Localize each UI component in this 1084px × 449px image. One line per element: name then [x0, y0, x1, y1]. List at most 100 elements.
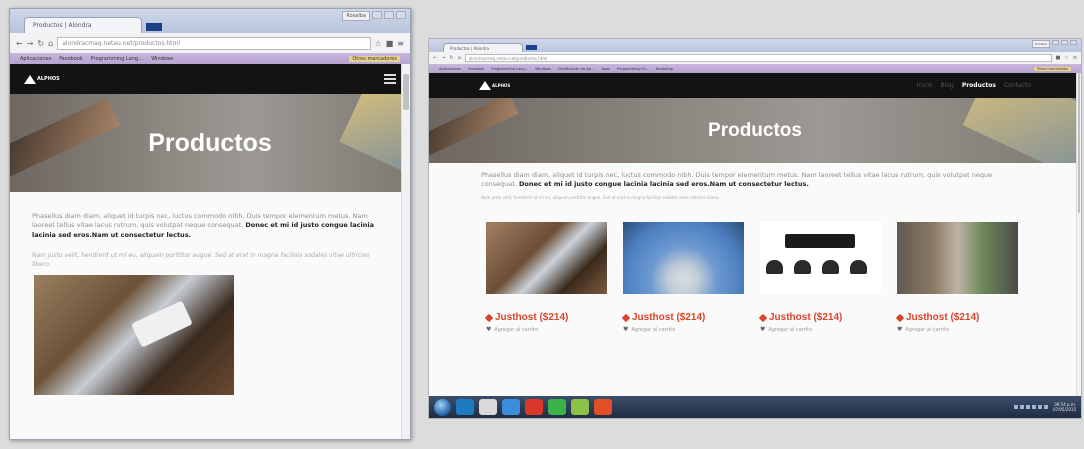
close-button[interactable]: [396, 11, 406, 19]
new-tab-button[interactable]: [146, 23, 162, 31]
bookmark-item[interactable]: Apps: [601, 67, 610, 71]
logo-mark-icon: [24, 74, 36, 84]
taskbar-app-icon[interactable]: [502, 399, 520, 415]
minimize-button[interactable]: [1052, 40, 1059, 45]
tag-icon: [895, 313, 905, 323]
back-icon[interactable]: ←: [16, 39, 23, 48]
reload-icon[interactable]: ↻: [37, 39, 44, 48]
bookmarks-bar: Aplicaciones Facebook Programming Lang… …: [10, 53, 410, 64]
menu-icon[interactable]: ≡: [397, 39, 404, 48]
bookmarks-bar: Aplicaciones Facebook Programming Lang… …: [429, 64, 1081, 73]
taskbar-app-icon[interactable]: [525, 399, 543, 415]
bookmark-item[interactable]: Bootstrap: [656, 67, 673, 71]
product-card: Justhost ($214) ♥ Agregar al carrito: [895, 222, 1018, 333]
forward-icon[interactable]: →: [27, 39, 34, 48]
profile-button[interactable]: Rosalba: [342, 11, 370, 21]
bookmark-item[interactable]: Aplicaciones: [20, 56, 51, 62]
bookmark-item[interactable]: Windows: [535, 67, 551, 71]
bookmark-item[interactable]: Facebook: [468, 67, 484, 71]
maximize-button[interactable]: [384, 11, 394, 19]
logo-mark-icon: [479, 81, 491, 90]
product-title-link[interactable]: Justhost ($214): [621, 312, 744, 324]
bookmark-item[interactable]: Windows: [151, 56, 173, 62]
address-bar[interactable]: alondracmaq.netau.net/productos.html: [57, 36, 371, 50]
dome-camera-image: [794, 260, 811, 275]
product-image-camera[interactable]: [34, 275, 234, 395]
product-image[interactable]: [623, 222, 744, 295]
hamburger-menu-icon[interactable]: [384, 74, 396, 84]
other-bookmarks[interactable]: Otros marcadores: [1033, 66, 1071, 71]
minimize-button[interactable]: [372, 11, 382, 19]
other-bookmarks[interactable]: Otros marcadores: [349, 55, 400, 62]
browser-tab[interactable]: Productos | Alondra: [24, 17, 142, 33]
scrollbar-thumb[interactable]: [1078, 73, 1080, 213]
heart-icon: ♥: [623, 326, 629, 334]
scrollbar-thumb[interactable]: [403, 74, 409, 110]
product-image[interactable]: [486, 222, 607, 295]
product-card: Justhost ($214) ♥ Agregar al carrito: [758, 222, 881, 333]
taskbar-app-icon[interactable]: [548, 399, 566, 415]
bookmark-item[interactable]: Programming Lang…: [91, 56, 143, 62]
logo-text: ALPHOS: [492, 83, 511, 88]
product-title-link[interactable]: Justhost ($214): [484, 312, 607, 323]
add-to-cart-link[interactable]: ♥ Agregar al carrito: [623, 326, 744, 333]
windows-taskbar: 09:54 p.m. 07/05/2015: [429, 396, 1081, 418]
scrollbar[interactable]: [1076, 73, 1081, 396]
close-button[interactable]: [1070, 40, 1077, 45]
back-icon[interactable]: ←: [433, 55, 437, 61]
taskbar-app-icon[interactable]: [479, 399, 497, 415]
product-name: Justhost ($214): [632, 312, 706, 324]
menu-icon[interactable]: ≡: [1073, 55, 1077, 61]
dome-camera-image: [822, 260, 839, 275]
profile-button[interactable]: Rosalba: [1032, 40, 1050, 48]
heart-icon: ♥: [486, 326, 492, 334]
hero-image-left: [429, 98, 519, 161]
nav-link-productos[interactable]: Productos: [962, 82, 996, 89]
product-image[interactable]: [897, 222, 1018, 295]
nav-link-inicio[interactable]: Inicio: [917, 82, 933, 89]
add-to-cart-link[interactable]: ♥ Agregar al carrito: [897, 326, 1018, 333]
address-bar[interactable]: alondracmaq.netau.net/productos.html: [464, 54, 1052, 62]
add-to-cart-label: Agregar al carrito: [905, 326, 950, 333]
product-title-link[interactable]: Justhost ($214): [758, 312, 881, 324]
nav-link-contacto[interactable]: Contacto: [1004, 82, 1031, 89]
extension-icon[interactable]: ■: [386, 39, 394, 48]
dome-camera-image: [766, 260, 783, 275]
url-text: alondracmaq.netau.net/productos.html: [62, 39, 181, 47]
page-content: ALPHOS Inicio Blog Productos Contacto Pr…: [429, 73, 1081, 396]
forward-icon[interactable]: →: [441, 55, 445, 61]
site-logo[interactable]: ALPHOS: [479, 81, 510, 90]
scrollbar[interactable]: [401, 64, 410, 439]
star-icon[interactable]: ☆: [375, 39, 382, 48]
extension-icon[interactable]: ■: [1056, 55, 1061, 61]
start-button-icon[interactable]: [434, 398, 451, 416]
clock[interactable]: 09:54 p.m. 07/05/2015: [1053, 402, 1076, 412]
maximize-button[interactable]: [1061, 40, 1068, 45]
bookmark-item[interactable]: Aplicaciones: [439, 67, 461, 71]
page-title: Productos: [148, 128, 272, 157]
bookmark-item[interactable]: Certificación de Ap…: [558, 67, 595, 71]
star-icon[interactable]: ☆: [1064, 55, 1068, 61]
product-image[interactable]: [760, 222, 881, 295]
product-name: Justhost ($214): [769, 312, 843, 324]
site-logo[interactable]: ALPHOS: [24, 74, 60, 84]
home-icon[interactable]: ⌂: [458, 55, 461, 61]
taskbar-app-icon[interactable]: [456, 399, 474, 415]
title-bar: Productos | Alondra Rosalba: [10, 9, 410, 33]
add-to-cart-link[interactable]: ♥ Agregar al carrito: [760, 326, 881, 333]
bookmark-item[interactable]: Facebook: [59, 56, 83, 62]
product-title-link[interactable]: Justhost ($214): [895, 312, 1018, 323]
home-icon[interactable]: ⌂: [48, 39, 53, 48]
browser-tab[interactable]: Productos | Alondra: [443, 43, 523, 52]
bookmark-item[interactable]: Programming Lang…: [491, 67, 528, 71]
bookmark-item[interactable]: Programming Tu…: [617, 67, 649, 71]
tray-icons[interactable]: [1013, 405, 1048, 409]
intro-bold-text: Donec et mi id justo congue lacinia laci…: [518, 180, 809, 189]
nav-link-blog[interactable]: Blog: [941, 82, 954, 89]
taskbar-app-icon[interactable]: [594, 399, 612, 415]
browser-window-right: Productos | Alondra Rosalba ← → ↻ ⌂ alon…: [428, 38, 1082, 419]
reload-icon[interactable]: ↻: [449, 55, 453, 61]
taskbar-app-icon[interactable]: [571, 399, 589, 415]
add-to-cart-link[interactable]: ♥ Agregar al carrito: [486, 326, 607, 333]
new-tab-button[interactable]: [526, 45, 537, 50]
